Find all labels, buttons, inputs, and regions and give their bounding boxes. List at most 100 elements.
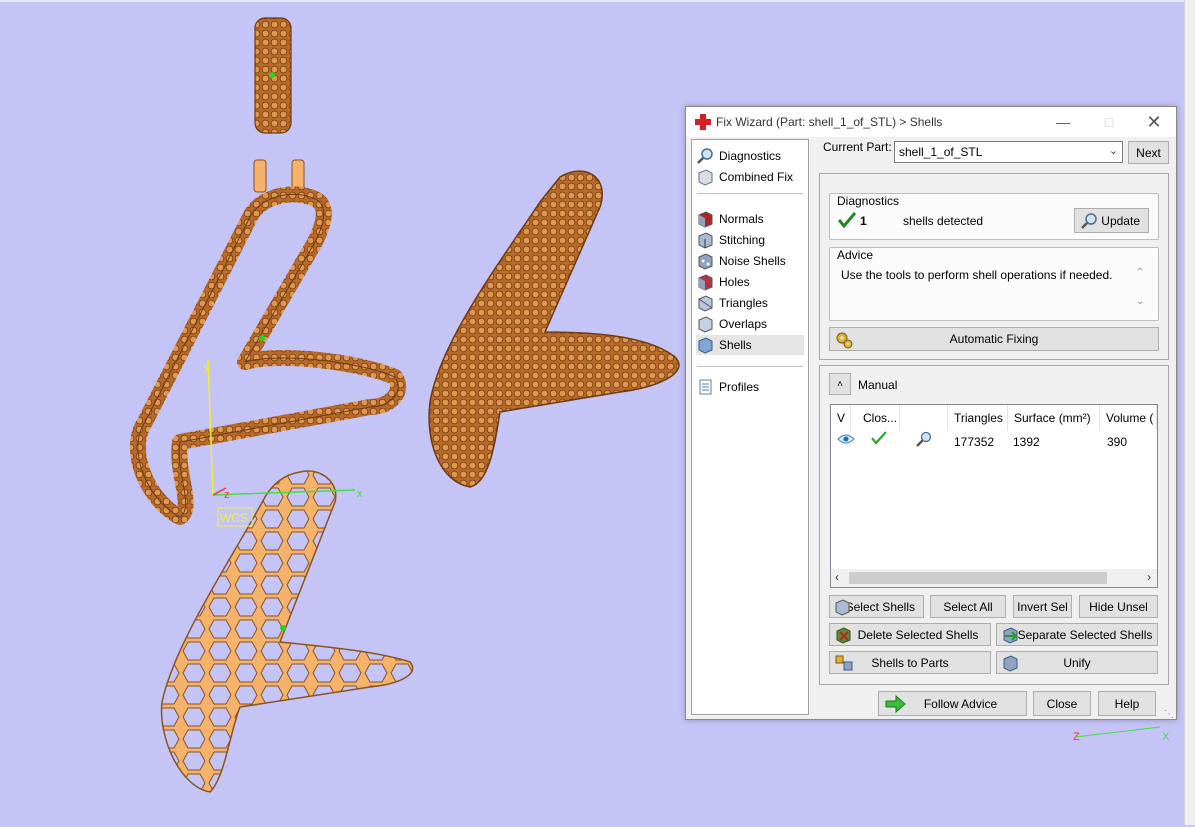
- nav-label: Noise Shells: [719, 254, 786, 268]
- scroll-left-icon[interactable]: ‹: [835, 570, 839, 584]
- shells-detected-text: shells detected: [903, 214, 984, 228]
- overlaps-cube-icon: [696, 315, 714, 333]
- collapse-manual-button[interactable]: ˄: [829, 373, 851, 395]
- nav-item-shells[interactable]: Shells: [696, 335, 804, 355]
- select-shells-button[interactable]: Select Shells: [829, 595, 924, 618]
- triangles-cube-icon: [696, 294, 714, 312]
- invert-selection-button[interactable]: Invert Sel: [1013, 595, 1072, 618]
- right-scroll-strip: [1184, 0, 1195, 825]
- holes-cube-icon: [696, 273, 714, 291]
- nav-label: Stitching: [719, 233, 766, 247]
- help-button[interactable]: Help: [1098, 691, 1156, 716]
- axis-z-label: z: [224, 489, 230, 501]
- resize-grip-icon[interactable]: ⋱: [1164, 709, 1174, 720]
- beaded-outline-part[interactable]: [129, 186, 407, 525]
- zoom-to-shell-icon[interactable]: [915, 430, 933, 448]
- follow-advice-label: Follow Advice: [923, 696, 998, 711]
- nav-label: Holes: [719, 275, 750, 289]
- delete-selected-shells-button[interactable]: Delete Selected Shells: [829, 623, 991, 646]
- closed-check-icon: [871, 431, 887, 445]
- col-blank[interactable]: [900, 405, 948, 431]
- shells-to-parts-label: Shells to Parts: [871, 655, 949, 670]
- eye-icon[interactable]: [837, 433, 855, 445]
- cube-icon: [696, 168, 714, 186]
- nav-item-holes[interactable]: Holes: [696, 272, 804, 292]
- nav-label: Overlaps: [719, 317, 768, 331]
- nav-item-profiles[interactable]: Profiles: [696, 377, 804, 397]
- close-window-button[interactable]: ✕: [1139, 113, 1169, 131]
- nav-item-combined-fix[interactable]: Combined Fix: [696, 167, 804, 187]
- maximize-button[interactable]: □: [1094, 113, 1124, 131]
- shells-cube-icon: [696, 336, 714, 354]
- scroll-thumb[interactable]: [849, 572, 1107, 584]
- axis-y-label: y: [204, 361, 210, 373]
- manual-title: Manual: [858, 378, 898, 392]
- gears-icon: [836, 332, 853, 349]
- select-all-button[interactable]: Select All: [930, 595, 1006, 618]
- update-label: Update: [1101, 213, 1140, 228]
- chevron-up-icon: ˄: [837, 378, 843, 390]
- shells-to-parts-button[interactable]: Shells to Parts: [829, 651, 991, 674]
- current-part-label: Current Part:: [823, 140, 892, 154]
- separate-selected-label: Separate Selected Shells: [1017, 627, 1153, 642]
- col-triangles[interactable]: Triangles: [948, 405, 1008, 431]
- nav-label: Diagnostics: [719, 149, 782, 163]
- unify-label: Unify: [1063, 655, 1091, 670]
- cell-volume: 390: [1107, 435, 1128, 449]
- follow-advice-button[interactable]: Follow Advice: [878, 691, 1027, 716]
- check-icon: [838, 212, 856, 228]
- unify-icon: [1003, 655, 1018, 672]
- nav-item-noise-shells[interactable]: Noise Shells: [696, 251, 804, 271]
- nav-item-diagnostics[interactable]: Diagnostics: [696, 146, 804, 166]
- update-button[interactable]: Update: [1074, 208, 1149, 233]
- honeycomb-part[interactable]: [160, 470, 414, 793]
- advice-scroll-down-icon[interactable]: ⌄: [1136, 296, 1144, 307]
- title-bar[interactable]: Fix Wizard (Part: shell_1_of_STL) > Shel…: [686, 107, 1176, 137]
- close-button[interactable]: Close: [1033, 691, 1091, 716]
- shell-count: 1: [860, 214, 867, 228]
- cell-surface: 1392: [1013, 435, 1040, 449]
- horizontal-scrollbar[interactable]: ‹ ›: [831, 569, 1157, 587]
- chevron-down-icon: ⌄: [1108, 145, 1118, 157]
- nav-item-stitching[interactable]: Stitching: [696, 230, 804, 250]
- unify-button[interactable]: Unify: [996, 651, 1158, 674]
- mini-axis-x: X: [1162, 731, 1170, 743]
- nav-label: Normals: [719, 212, 764, 226]
- advice-group-title: Advice: [837, 248, 874, 262]
- advice-text: Use the tools to perform shell operation…: [841, 268, 1113, 282]
- shells-table[interactable]: V Clos... Triangles Surface (mm²) Volume…: [830, 404, 1158, 588]
- select-shells-label: Select Shells: [845, 599, 915, 614]
- red-cross-icon: [695, 114, 711, 130]
- nav-item-normals[interactable]: Normals: [696, 209, 804, 229]
- separate-selected-shells-button[interactable]: Separate Selected Shells: [996, 623, 1158, 646]
- mini-axis: [1074, 726, 1161, 738]
- col-volume[interactable]: Volume (: [1100, 405, 1157, 431]
- dialog-title: Fix Wizard (Part: shell_1_of_STL) > Shel…: [716, 115, 943, 129]
- delete-selected-label: Delete Selected Shells: [857, 627, 979, 642]
- wcs-label: WCS: [220, 511, 248, 525]
- nav-label: Combined Fix: [719, 170, 794, 184]
- minimize-button[interactable]: —: [1048, 113, 1078, 131]
- mini-axis-z: Z: [1073, 731, 1080, 743]
- current-part-select[interactable]: shell_1_of_STL ⌄: [894, 141, 1123, 163]
- scroll-right-icon[interactable]: ›: [1147, 570, 1151, 584]
- automatic-fixing-button[interactable]: Automatic Fixing: [829, 327, 1159, 351]
- beaded-solid-part[interactable]: [428, 170, 680, 488]
- nav-item-triangles[interactable]: Triangles: [696, 293, 804, 313]
- ring-part[interactable]: [254, 17, 292, 134]
- next-button[interactable]: Next: [1128, 141, 1169, 164]
- hide-unselected-button[interactable]: Hide Unsel: [1079, 595, 1158, 618]
- noise-shells-icon: [696, 252, 714, 270]
- current-part-value: shell_1_of_STL: [899, 145, 983, 159]
- automatic-fixing-label: Automatic Fixing: [949, 332, 1039, 346]
- col-surface[interactable]: Surface (mm²): [1008, 405, 1100, 431]
- document-icon: [696, 378, 714, 396]
- normals-cube-icon: [696, 210, 714, 228]
- col-visible[interactable]: V: [831, 405, 851, 431]
- advice-scroll-up-icon[interactable]: ⌃: [1136, 267, 1144, 278]
- col-closed[interactable]: Clos...: [858, 405, 900, 431]
- advice-group: [829, 247, 1159, 321]
- nav-item-overlaps[interactable]: Overlaps: [696, 314, 804, 334]
- cell-triangles: 177352: [954, 435, 995, 449]
- magnifier-icon: [1081, 213, 1097, 229]
